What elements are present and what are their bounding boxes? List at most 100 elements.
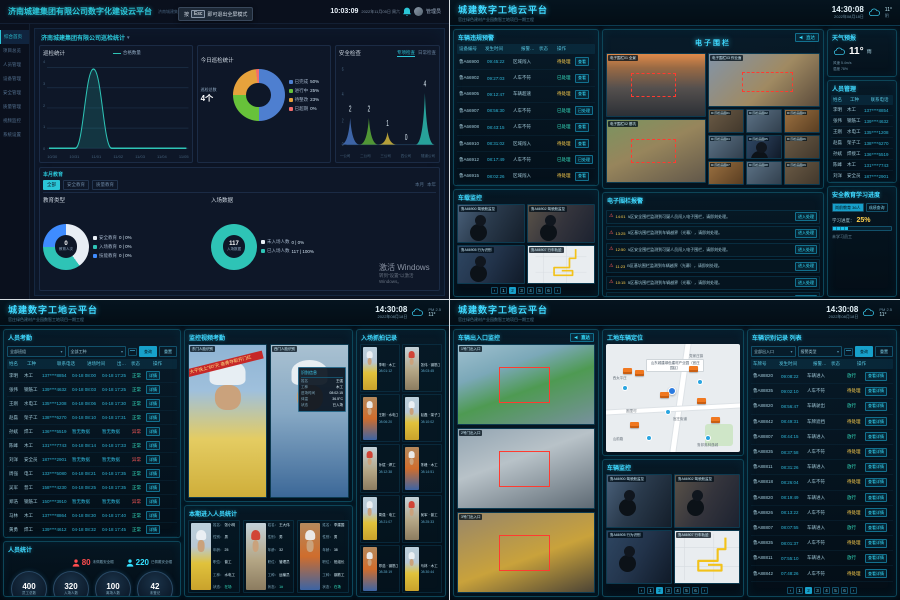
poi-marker[interactable] — [705, 435, 711, 441]
sidebar-item[interactable]: 项目总览 — [0, 44, 29, 58]
video-feed[interactable]: 鲁A66902 驾驶舱监控 — [674, 474, 740, 528]
peaks-tab[interactable]: 日常检查 — [418, 50, 436, 57]
fence-thumbnail[interactable]: ⊠围栏画面01 — [708, 109, 744, 133]
type-filter-select[interactable]: 报警类型▾ — [798, 346, 843, 357]
view-detail-button[interactable]: 查看详情 — [865, 432, 887, 441]
video-feed[interactable]: 鲁A66905 行为识别 — [606, 530, 672, 584]
snapshot-item[interactable]: 陈峰 · 木工 08:14:51 — [402, 444, 442, 492]
page-button[interactable]: 1 — [500, 287, 507, 294]
view-detail-button[interactable]: 查看详情 — [865, 508, 887, 517]
education-tab[interactable]: 成绩查询 — [866, 203, 888, 212]
page-button[interactable]: ‹ — [787, 587, 794, 594]
face-camera-feed[interactable]: 东门人脸识别 大干快上“60”天 奋勇夺取开门红 — [188, 344, 267, 498]
sidebar-item[interactable]: 设备管理 — [0, 72, 29, 86]
calendar-icon[interactable] — [128, 348, 137, 356]
video-feed[interactable]: 鲁A66902 驾驶舱监控 — [527, 204, 595, 243]
page-button[interactable]: 2 — [805, 587, 812, 594]
newcomer-card[interactable]: 姓名：张小明 性别：男 年龄：25 职位：普工 工种：水电工 状态：在场 — [188, 520, 240, 593]
truck-marker[interactable] — [635, 370, 644, 376]
gate-camera-feed[interactable]: 2号门出入口 — [457, 428, 595, 509]
fence-thumbnail[interactable]: ⊠围栏画面05 — [746, 135, 782, 159]
fence-camera-feed[interactable]: 电子围栏01 全景 — [606, 53, 706, 117]
sidebar-item[interactable]: 安全管理 — [0, 86, 29, 100]
direct-jump-button[interactable]: 直达 — [795, 33, 819, 42]
handle-alarm-button[interactable]: 进入处理 — [795, 212, 817, 221]
video-feed[interactable]: 鲁A66900 驾驶舱监控 — [606, 474, 672, 528]
view-button[interactable]: 已处理 — [575, 155, 593, 164]
snapshot-item[interactable]: 孙斌 · 焊工 08:12:38 — [360, 444, 400, 492]
poi-marker[interactable] — [697, 379, 703, 385]
view-detail-button[interactable]: 查看详情 — [865, 448, 887, 457]
handle-alarm-button[interactable]: 进入处理 — [795, 245, 817, 254]
handle-alarm-button[interactable]: 进入处理 — [795, 262, 817, 271]
page-button[interactable]: 5 — [683, 587, 690, 594]
fence-camera-feed[interactable]: 电子围栏02 基坑 — [606, 119, 706, 183]
detail-button[interactable]: 详情 — [146, 413, 160, 422]
snapshot-item[interactable]: 王刚 · 水电工 08:06:20 — [360, 394, 400, 442]
view-detail-button[interactable]: 查看详情 — [865, 402, 887, 411]
page-button[interactable]: › — [554, 287, 561, 294]
detail-button[interactable]: 详情 — [146, 511, 160, 520]
handle-alarm-button[interactable]: 进入处理 — [795, 229, 817, 238]
strip-view-option[interactable]: 本月 — [415, 182, 424, 188]
detail-button[interactable]: 详情 — [146, 497, 160, 506]
truck-marker[interactable] — [660, 392, 669, 398]
query-button[interactable]: 查询 — [855, 346, 873, 357]
truck-marker[interactable] — [630, 422, 639, 428]
strip-tab[interactable]: 全部 — [43, 180, 60, 190]
video-feed[interactable]: 鲁A66900 驾驶舱监控 — [457, 204, 525, 243]
video-feed[interactable]: 鲁A66907 行车轨迹 — [527, 245, 595, 284]
view-detail-button[interactable]: 查看详情 — [865, 417, 887, 426]
poi-marker[interactable] — [622, 385, 628, 391]
handle-alarm-button[interactable]: 进入处理 — [795, 295, 817, 298]
view-button[interactable]: 查看 — [575, 57, 589, 66]
page-button[interactable]: ‹ — [638, 587, 645, 594]
truck-marker[interactable] — [689, 366, 698, 372]
site-marker[interactable] — [668, 387, 676, 395]
fence-thumbnail[interactable]: ⊠围栏画面09 — [784, 161, 820, 185]
fence-thumbnail[interactable]: ⊠围栏画面03 — [784, 109, 820, 133]
page-button[interactable]: 6 — [545, 287, 552, 294]
view-button[interactable]: 查看 — [575, 90, 589, 99]
view-detail-button[interactable]: 查看详情 — [865, 478, 887, 487]
job-filter-select[interactable]: 全部工种▾ — [68, 346, 127, 357]
page-button[interactable]: 5 — [536, 287, 543, 294]
view-button[interactable]: 查看 — [575, 123, 589, 132]
page-button[interactable]: 1 — [647, 587, 654, 594]
poi-marker[interactable] — [646, 435, 652, 441]
strip-tab[interactable]: 质量教育 — [92, 180, 118, 190]
page-button[interactable]: 1 — [796, 587, 803, 594]
education-tab[interactable]: 岗前教育 36人 — [832, 203, 864, 212]
view-detail-button[interactable]: 查看详情 — [865, 539, 887, 548]
snapshot-item[interactable]: 赵磊 · 架子工 08:10:02 — [402, 394, 442, 442]
page-button[interactable]: 3 — [665, 587, 672, 594]
page-button[interactable]: 3 — [814, 587, 821, 594]
poi-marker[interactable] — [665, 409, 671, 415]
snapshot-item[interactable]: 吴军 · 普工 08:25:33 — [402, 495, 442, 543]
view-detail-button[interactable]: 查看详情 — [865, 523, 887, 532]
truck-marker[interactable] — [697, 398, 706, 404]
page-button[interactable]: ‹ — [491, 287, 498, 294]
page-button[interactable]: 3 — [518, 287, 525, 294]
avatar[interactable] — [414, 7, 423, 16]
reset-button[interactable]: 重置 — [875, 346, 893, 357]
strip-view-option[interactable]: 本年 — [427, 182, 436, 188]
view-button[interactable]: 查看 — [575, 172, 589, 181]
peaks-tab[interactable]: 专项检查 — [397, 50, 415, 57]
sidebar-item[interactable]: 系统设置 — [0, 128, 29, 142]
view-button[interactable]: 已处理 — [575, 106, 593, 115]
snapshot-item[interactable]: 马林 · 木工 08:30:44 — [402, 545, 442, 593]
view-button[interactable]: 查看 — [575, 139, 589, 148]
newcomer-card[interactable]: 姓名：李建国 性别：男 年龄：38 职位：班组长 工种：钢筋工 状态：在场 — [297, 520, 349, 593]
page-button[interactable]: › — [850, 587, 857, 594]
detail-button[interactable]: 详情 — [146, 441, 160, 450]
fence-thumbnail[interactable]: ⊠围栏画面04 — [708, 135, 744, 159]
detail-button[interactable]: 详情 — [146, 427, 160, 436]
sidebar-item[interactable]: 综合首页 — [0, 30, 29, 44]
video-feed[interactable]: 鲁A66907 行车轨迹 — [674, 530, 740, 584]
view-detail-button[interactable]: 查看详情 — [865, 554, 887, 563]
view-button[interactable]: 查看 — [575, 74, 589, 83]
truck-marker[interactable] — [623, 368, 632, 374]
gate-camera-feed[interactable]: 1号门出入口 — [457, 344, 595, 425]
fence-thumbnail[interactable]: ⊠围栏画面02 — [746, 109, 782, 133]
